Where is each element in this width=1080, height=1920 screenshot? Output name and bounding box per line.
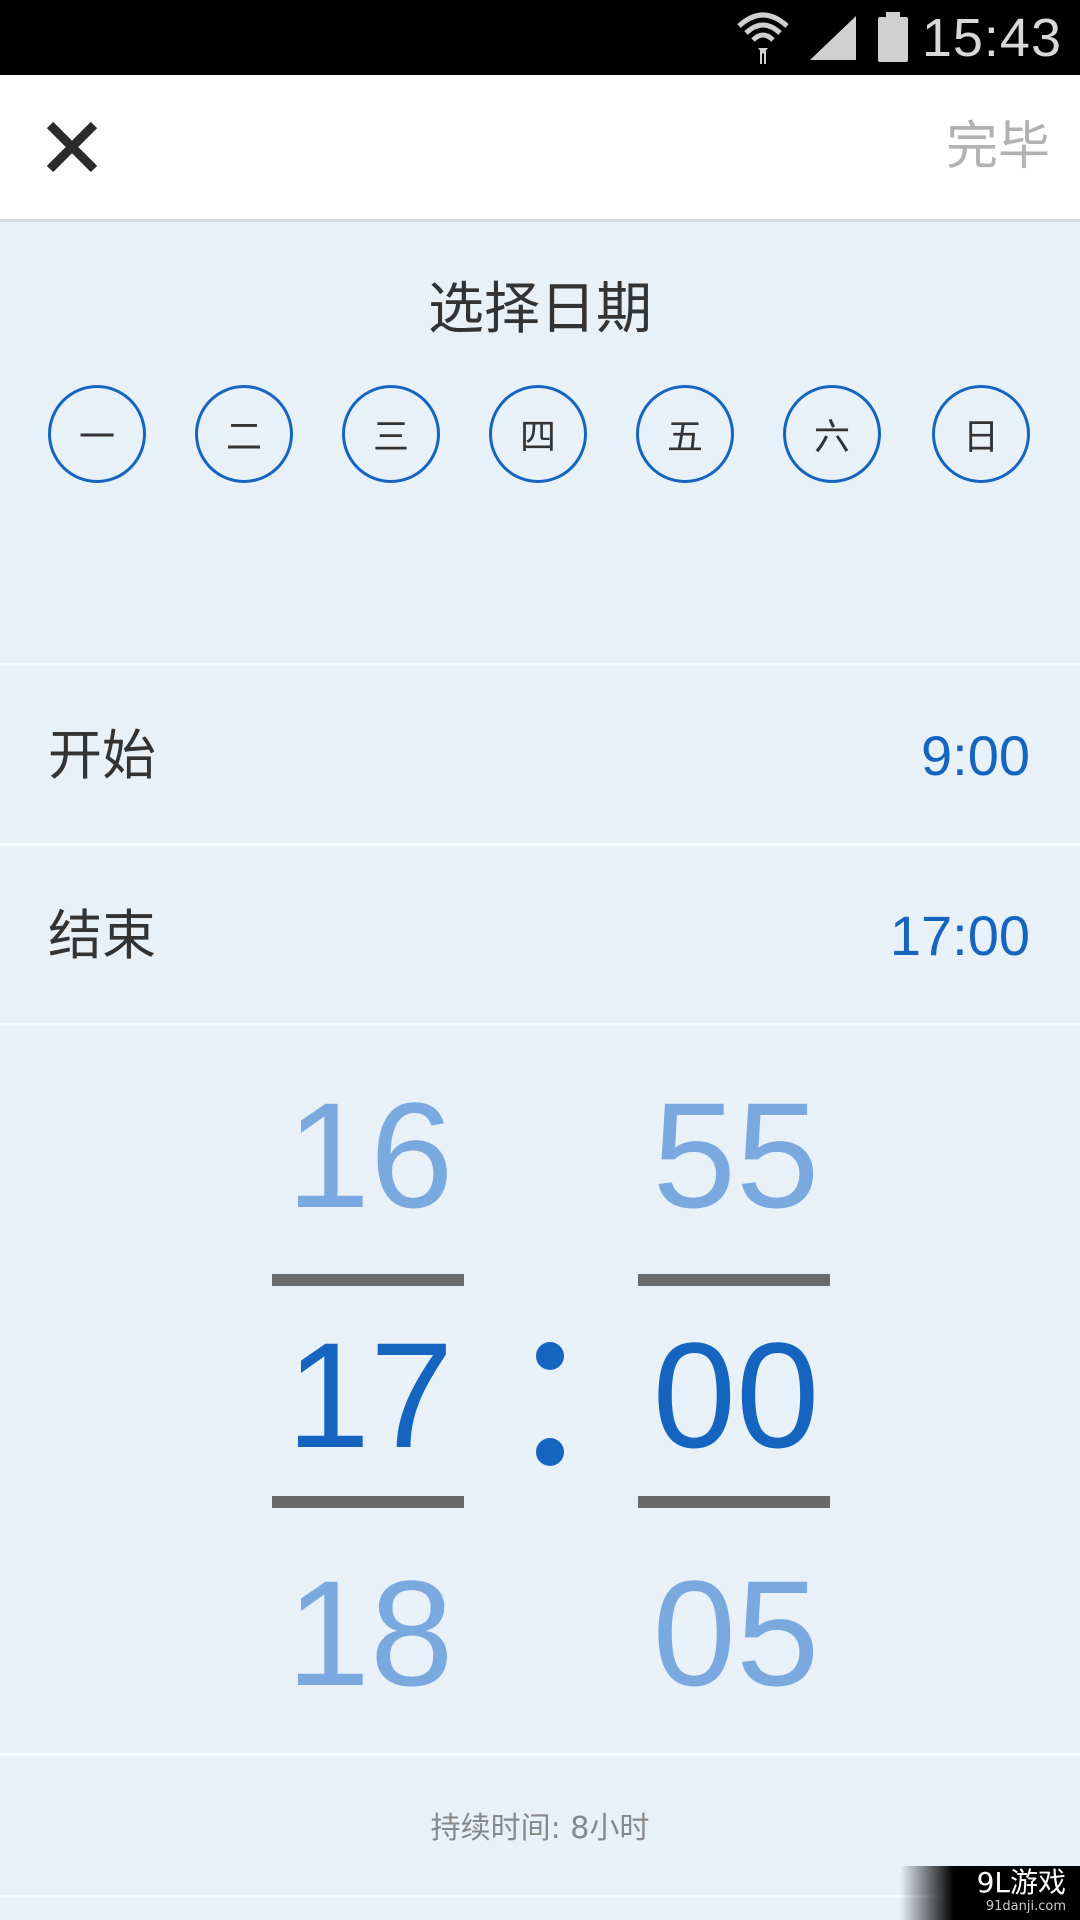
end-time-value: 17:00 — [889, 904, 1030, 967]
signal-icon — [810, 16, 856, 60]
wifi-icon — [737, 12, 789, 64]
divider — [0, 1023, 1080, 1026]
status-time: 15:43 — [921, 8, 1062, 68]
weekday-selector: 一 二 三 四 五 六 日 — [0, 385, 1080, 485]
close-icon[interactable] — [44, 119, 100, 175]
day-mon[interactable]: 一 — [48, 385, 146, 483]
start-row[interactable]: 开始 9:00 — [0, 666, 1080, 844]
hour-prev[interactable]: 16 — [270, 1070, 470, 1240]
day-fri[interactable]: 五 — [636, 385, 734, 483]
watermark-brand: 9L游戏 — [976, 1866, 1066, 1899]
minute-bottom-line — [638, 1496, 830, 1508]
time-colon — [532, 1320, 572, 1466]
day-tue[interactable]: 二 — [195, 385, 293, 483]
watermark-url: 91danji.com — [985, 1899, 1066, 1914]
day-sun[interactable]: 日 — [932, 385, 1030, 483]
select-date-title: 选择日期 — [428, 277, 652, 342]
hour-bottom-line — [272, 1496, 464, 1508]
watermark-logo: 9L游戏 91danji.com — [900, 1866, 1080, 1920]
minute-next[interactable]: 05 — [636, 1548, 836, 1718]
hour-top-line — [272, 1274, 464, 1286]
duration-text: 持续时间: 8小时 — [430, 1811, 650, 1846]
minute-current[interactable]: 00 — [636, 1310, 836, 1480]
minute-top-line — [638, 1274, 830, 1286]
start-time-value: 9:00 — [921, 724, 1030, 787]
top-bar: 完毕 — [0, 75, 1080, 222]
hour-current[interactable]: 17 — [270, 1310, 470, 1480]
status-bar: 15:43 — [0, 0, 1080, 75]
minute-prev[interactable]: 55 — [636, 1070, 836, 1240]
day-thu[interactable]: 四 — [489, 385, 587, 483]
day-sat[interactable]: 六 — [783, 385, 881, 483]
hour-next[interactable]: 18 — [270, 1548, 470, 1718]
battery-icon — [878, 12, 908, 62]
day-wed[interactable]: 三 — [342, 385, 440, 483]
done-button[interactable]: 完毕 — [946, 115, 1050, 179]
end-label: 结束 — [48, 904, 156, 967]
divider — [0, 1753, 1080, 1756]
start-label: 开始 — [48, 724, 156, 787]
end-row[interactable]: 结束 17:00 — [0, 846, 1080, 1024]
